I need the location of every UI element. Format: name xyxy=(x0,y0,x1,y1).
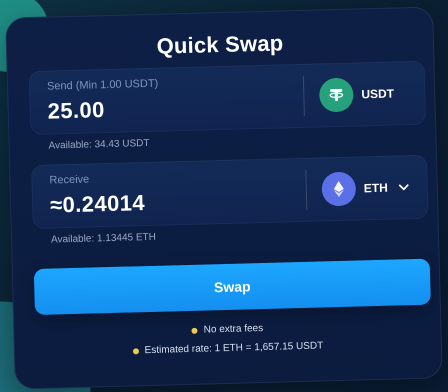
info-dot xyxy=(132,347,139,354)
quick-swap-card: Quick Swap Send (Min 1.00 USDT) 25.00 US… xyxy=(5,6,443,390)
receive-token-selector[interactable]: ETH xyxy=(321,169,418,208)
field-divider xyxy=(302,75,305,116)
tether-icon xyxy=(318,77,354,113)
info-row-fees: No extra fees xyxy=(13,318,441,340)
info-dot xyxy=(191,327,198,334)
send-available: Available: 34.43 USDT xyxy=(48,137,150,152)
page-title: Quick Swap xyxy=(156,30,284,59)
send-field[interactable]: Send (Min 1.00 USDT) 25.00 USDT xyxy=(28,60,427,136)
send-label: Send (Min 1.00 USDT) xyxy=(46,77,159,93)
send-token-selector[interactable]: USDT xyxy=(318,75,416,114)
receive-token-name: ETH xyxy=(363,180,388,196)
chevron-down-icon[interactable] xyxy=(398,181,410,193)
receive-label: Receive xyxy=(49,173,90,187)
send-amount[interactable]: 25.00 xyxy=(47,97,105,124)
info-row-rate: Estimated rate: 1 ETH = 1,657.15 USDT xyxy=(14,337,442,359)
receive-amount: ≈0.24014 xyxy=(49,190,146,218)
swap-info: No extra fees Estimated rate: 1 ETH = 1,… xyxy=(13,312,442,359)
field-divider xyxy=(305,169,308,210)
send-token-name: USDT xyxy=(361,86,395,102)
estimated-rate-text: Estimated rate: 1 ETH = 1,657.15 USDT xyxy=(144,340,324,357)
receive-available: Available: 1.13445 ETH xyxy=(50,231,157,246)
receive-field: Receive ≈0.24014 ETH xyxy=(31,154,429,230)
no-fees-text: No extra fees xyxy=(203,323,264,336)
ethereum-icon xyxy=(321,171,357,207)
swap-button[interactable]: Swap xyxy=(33,258,431,315)
